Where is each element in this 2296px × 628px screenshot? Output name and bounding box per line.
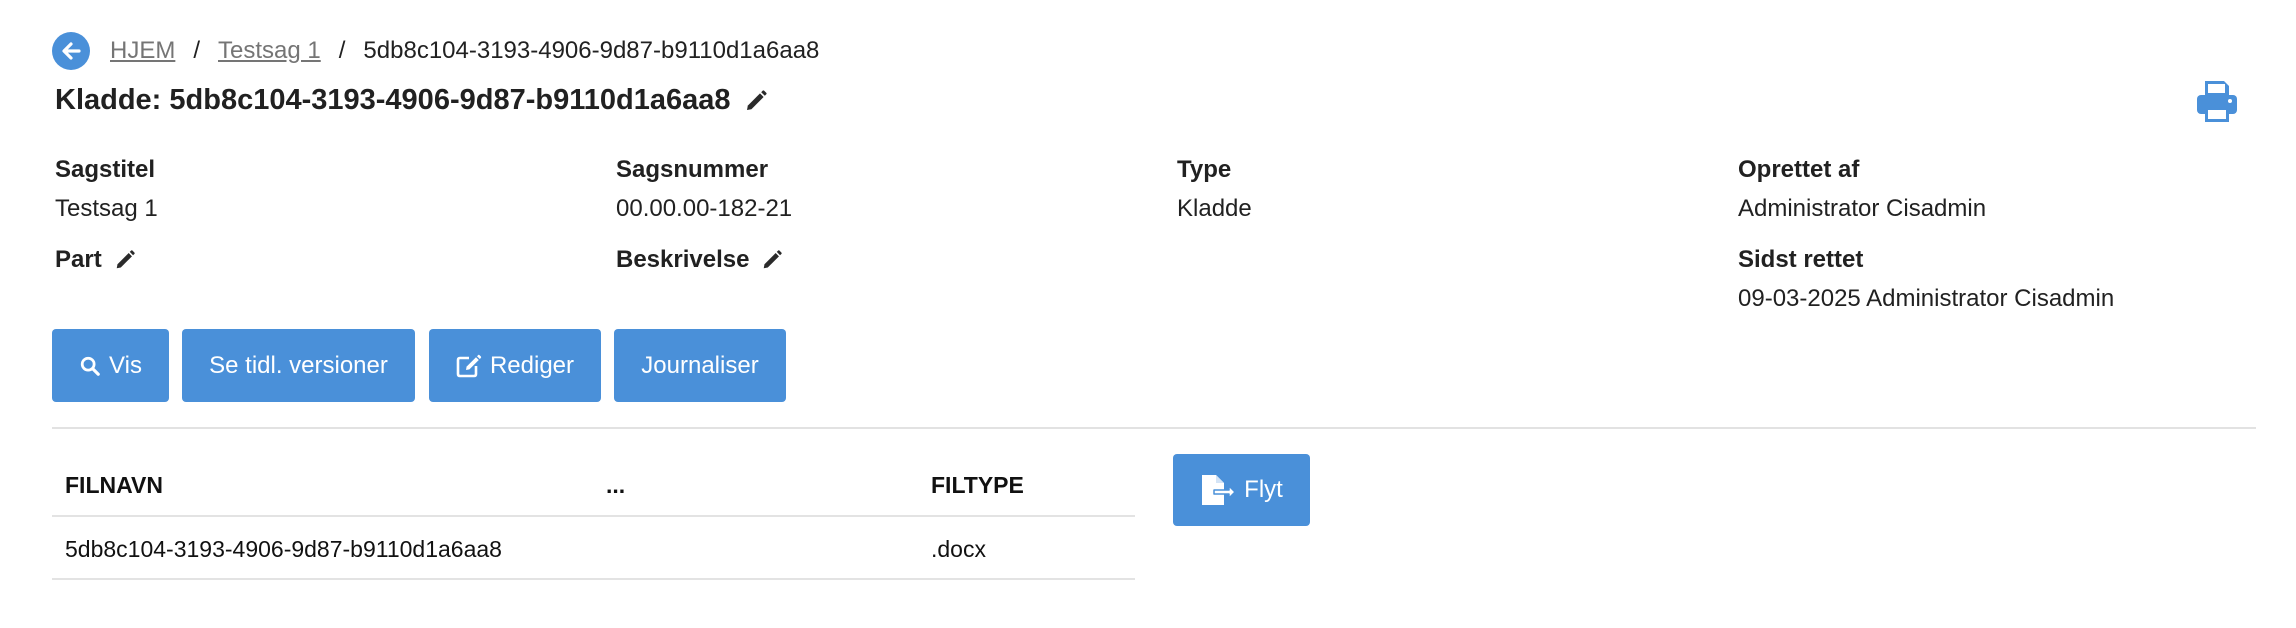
pencil-icon[interactable] xyxy=(744,89,768,113)
breadcrumb-current: 5db8c104-3193-4906-9d87-b9110d1a6aa8 xyxy=(363,37,820,64)
rediger-button[interactable]: Rediger xyxy=(429,329,601,402)
sidst-rettet-value: 09-03-2025 Administrator Cisadmin xyxy=(1738,285,2115,312)
column-header-filtype[interactable]: FILTYPE xyxy=(931,472,1024,499)
column-header-extra[interactable]: ... xyxy=(606,472,625,499)
cell-filtype: .docx xyxy=(931,536,986,562)
search-icon xyxy=(80,356,100,376)
oprettet-af-label: Oprettet af xyxy=(1738,156,1860,183)
case-document-page: HJEM / Testsag 1 / 5db8c104-3193-4906-9d… xyxy=(0,0,2296,628)
file-export-icon xyxy=(1202,475,1236,505)
sagsnummer-label: Sagsnummer xyxy=(616,156,769,183)
sidst-rettet-label: Sidst rettet xyxy=(1738,246,1864,273)
rediger-label: Rediger xyxy=(489,351,575,379)
sagstitel-label: Sagstitel xyxy=(55,156,156,183)
edit-icon xyxy=(456,354,482,377)
flyt-label: Flyt xyxy=(1244,476,1283,503)
oprettet-af-value: Administrator Cisadmin xyxy=(1738,195,1987,222)
previous-versions-button[interactable]: Se tidl. versioner xyxy=(182,329,415,402)
back-arrow-icon[interactable] xyxy=(52,32,90,70)
part-field: Part xyxy=(55,246,136,274)
page-title-text: Kladde: 5db8c104-3193-4906-9d87-b9110d1a… xyxy=(55,84,731,116)
table-row[interactable]: 5db8c104-3193-4906-9d87-b9110d1a6aa8 .do… xyxy=(52,517,1135,580)
section-divider xyxy=(52,427,2256,429)
beskrivelse-label: Beskrivelse xyxy=(616,246,750,273)
flyt-button[interactable]: Flyt xyxy=(1173,454,1310,526)
previous-versions-label: Se tidl. versioner xyxy=(209,351,388,379)
type-value: Kladde xyxy=(1177,195,1252,222)
page-title: Kladde: 5db8c104-3193-4906-9d87-b9110d1a… xyxy=(55,84,768,117)
sagstitel-value: Testsag 1 xyxy=(55,195,158,222)
cell-filnavn[interactable]: 5db8c104-3193-4906-9d87-b9110d1a6aa8 xyxy=(65,536,502,563)
pencil-icon[interactable] xyxy=(761,249,783,271)
print-icon[interactable] xyxy=(2194,78,2240,124)
journaliser-label: Journaliser xyxy=(641,351,759,379)
breadcrumb-separator: / xyxy=(193,37,201,64)
breadcrumb-home-link[interactable]: HJEM xyxy=(110,37,175,65)
part-label: Part xyxy=(55,246,102,273)
breadcrumb-separator: / xyxy=(338,37,346,64)
beskrivelse-field: Beskrivelse xyxy=(616,246,783,274)
breadcrumb-case-link[interactable]: Testsag 1 xyxy=(218,37,321,65)
files-table: FILNAVN ... FILTYPE 5db8c104-3193-4906-9… xyxy=(52,452,1135,580)
breadcrumb: HJEM / Testsag 1 / 5db8c104-3193-4906-9d… xyxy=(52,32,819,70)
vis-button[interactable]: Vis xyxy=(52,329,169,402)
journaliser-button[interactable]: Journaliser xyxy=(614,329,786,402)
table-header: FILNAVN ... FILTYPE xyxy=(52,452,1135,517)
vis-button-label: Vis xyxy=(109,351,142,379)
sagsnummer-value: 00.00.00-182-21 xyxy=(616,195,793,222)
pencil-icon[interactable] xyxy=(114,249,136,271)
column-header-filnavn[interactable]: FILNAVN xyxy=(65,472,163,499)
type-label: Type xyxy=(1177,156,1232,183)
